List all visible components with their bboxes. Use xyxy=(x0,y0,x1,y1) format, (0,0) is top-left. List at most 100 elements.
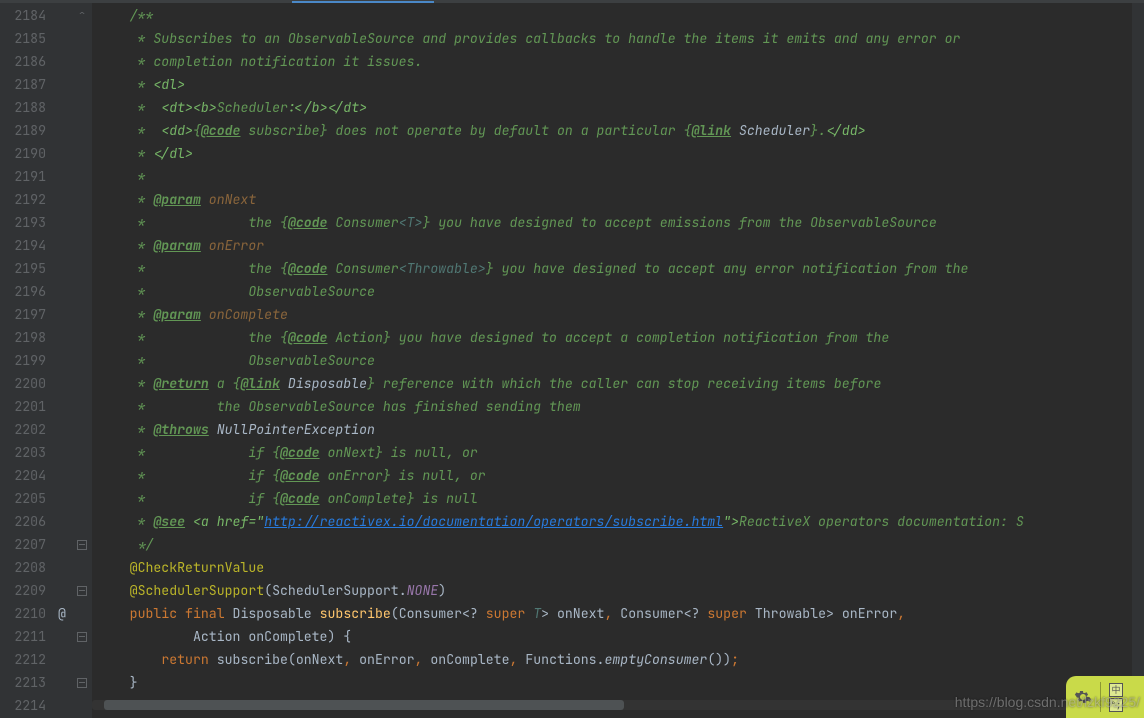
code-token: @SchedulerSupport xyxy=(130,582,265,599)
code-token: } you have designed to accept emissions … xyxy=(422,214,936,231)
line-number[interactable]: 2210 xyxy=(0,602,46,625)
line-number[interactable]: 2204 xyxy=(0,464,46,487)
code-line[interactable]: * if {@code onError} is null, or xyxy=(92,464,1144,487)
code-line[interactable]: /** xyxy=(92,4,1144,27)
horizontal-scrollbar-thumb[interactable] xyxy=(104,700,624,710)
code-line[interactable]: * the ObservableSource has finished send… xyxy=(92,395,1144,418)
line-number[interactable]: 2199 xyxy=(0,349,46,372)
line-number[interactable]: 2202 xyxy=(0,418,46,441)
code-token: <a href=" xyxy=(193,513,264,530)
line-number[interactable]: 2194 xyxy=(0,234,46,257)
line-number[interactable]: 2186 xyxy=(0,50,46,73)
line-number[interactable]: 2211 xyxy=(0,625,46,648)
line-number[interactable]: 2198 xyxy=(0,326,46,349)
code-line[interactable]: * if {@code onComplete} is null xyxy=(92,487,1144,510)
fold-indicator xyxy=(72,280,92,303)
line-number[interactable]: 2200 xyxy=(0,372,46,395)
line-number[interactable]: 2201 xyxy=(0,395,46,418)
fold-indicator[interactable] xyxy=(72,579,92,602)
code-line[interactable]: * the {@code Action} you have designed t… xyxy=(92,326,1144,349)
line-number[interactable]: 2192 xyxy=(0,188,46,211)
line-number[interactable]: 2193 xyxy=(0,211,46,234)
line-number[interactable]: 2197 xyxy=(0,303,46,326)
code-line[interactable]: * @throws NullPointerException xyxy=(92,418,1144,441)
fold-indicator[interactable] xyxy=(72,4,92,27)
line-number[interactable]: 2214 xyxy=(0,694,46,717)
code-token: "> xyxy=(723,513,739,530)
line-number[interactable]: 2187 xyxy=(0,73,46,96)
code-line[interactable]: return subscribe(onNext, onError, onComp… xyxy=(92,648,1144,671)
line-number[interactable]: 2208 xyxy=(0,556,46,579)
line-number[interactable]: 2205 xyxy=(0,487,46,510)
code-line[interactable]: * ObservableSource xyxy=(92,280,1144,303)
line-number[interactable]: 2185 xyxy=(0,27,46,50)
code-line[interactable]: @CheckReturnValue xyxy=(92,556,1144,579)
code-token: ()) xyxy=(707,651,731,668)
code-token: </dl> xyxy=(153,145,193,162)
line-number[interactable]: 2203 xyxy=(0,441,46,464)
line-number[interactable]: 2213 xyxy=(0,671,46,694)
code-line[interactable]: * @param onComplete xyxy=(92,303,1144,326)
line-number[interactable]: 2188 xyxy=(0,96,46,119)
line-number[interactable]: 2184 xyxy=(0,4,46,27)
code-token: @param xyxy=(153,306,200,323)
line-number[interactable]: 2195 xyxy=(0,257,46,280)
code-line[interactable]: * @see <a href="http://reactivex.io/docu… xyxy=(92,510,1144,533)
annotation-gutter[interactable]: @ xyxy=(52,0,72,718)
code-token: public final xyxy=(130,605,233,622)
gutter-annotation xyxy=(52,372,72,395)
gutter-annotation xyxy=(52,694,72,717)
code-token: Throwable> onError xyxy=(755,605,897,622)
fold-indicator[interactable] xyxy=(72,625,92,648)
code-token: <dl> xyxy=(153,76,185,93)
code-line[interactable]: * @param onError xyxy=(92,234,1144,257)
code-line[interactable]: * <dt><b>Scheduler:</b></dt> xyxy=(92,96,1144,119)
code-line[interactable]: * @param onNext xyxy=(92,188,1144,211)
overview-ruler[interactable] xyxy=(1132,3,1144,718)
gutter-annotation[interactable]: @ xyxy=(52,602,72,625)
fold-collapse-icon xyxy=(77,632,87,642)
code-line[interactable]: */ xyxy=(92,533,1144,556)
code-line[interactable]: public final Disposable subscribe(Consum… xyxy=(92,602,1144,625)
line-number[interactable]: 2212 xyxy=(0,648,46,671)
code-line[interactable]: * xyxy=(92,165,1144,188)
code-token: <dd> xyxy=(161,122,193,139)
gutter-annotation xyxy=(52,625,72,648)
line-number[interactable]: 2190 xyxy=(0,142,46,165)
line-number-gutter[interactable]: 2184218521862187218821892190219121922193… xyxy=(0,0,52,718)
line-number[interactable]: 2207 xyxy=(0,533,46,556)
code-line[interactable]: * the {@code Consumer<T>} you have desig… xyxy=(92,211,1144,234)
code-token: @return xyxy=(153,375,208,392)
code-line[interactable]: * <dd>{@code subscribe} does not operate… xyxy=(92,119,1144,142)
code-area[interactable]: /** * Subscribes to an ObservableSource … xyxy=(92,0,1144,718)
line-number[interactable]: 2206 xyxy=(0,510,46,533)
code-line[interactable]: * completion notification it issues. xyxy=(92,50,1144,73)
code-line[interactable]: Action onComplete) { xyxy=(92,625,1144,648)
code-line[interactable]: @SchedulerSupport(SchedulerSupport.NONE) xyxy=(92,579,1144,602)
line-number[interactable]: 2209 xyxy=(0,579,46,602)
code-token: emptyConsumer xyxy=(604,651,707,668)
code-token: . xyxy=(399,582,407,599)
code-line[interactable]: * ObservableSource xyxy=(92,349,1144,372)
code-editor[interactable]: 2184218521862187218821892190219121922193… xyxy=(0,0,1144,718)
line-number[interactable]: 2191 xyxy=(0,165,46,188)
code-line[interactable]: * <dl> xyxy=(92,73,1144,96)
code-line[interactable]: * if {@code onNext} is null, or xyxy=(92,441,1144,464)
code-line[interactable]: * the {@code Consumer<Throwable>} you ha… xyxy=(92,257,1144,280)
code-line[interactable]: * @return a {@link Disposable} reference… xyxy=(92,372,1144,395)
code-line[interactable]: * </dl> xyxy=(92,142,1144,165)
gutter-annotation xyxy=(52,211,72,234)
gutter-annotation xyxy=(52,556,72,579)
code-line[interactable]: } xyxy=(92,671,1144,694)
fold-indicator[interactable] xyxy=(72,533,92,556)
fold-indicator[interactable] xyxy=(72,671,92,694)
gutter-annotation xyxy=(52,280,72,303)
line-number[interactable]: 2196 xyxy=(0,280,46,303)
line-number[interactable]: 2189 xyxy=(0,119,46,142)
code-token: onComplete xyxy=(422,651,509,668)
code-token: @code xyxy=(280,444,320,461)
code-token xyxy=(98,605,130,622)
code-token: } xyxy=(98,674,138,691)
code-line[interactable]: * Subscribes to an ObservableSource and … xyxy=(92,27,1144,50)
fold-gutter[interactable] xyxy=(72,0,92,718)
